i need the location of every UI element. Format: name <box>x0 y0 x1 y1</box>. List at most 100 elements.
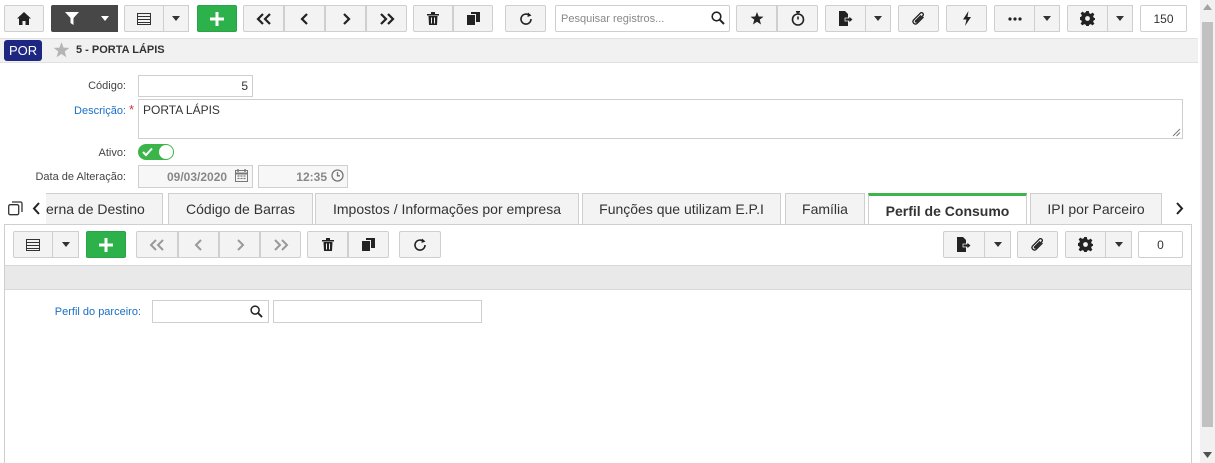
export-button[interactable] <box>825 5 866 32</box>
add-record-button[interactable] <box>197 5 237 32</box>
star-outline-icon[interactable] <box>53 42 70 58</box>
tab-zona-destino[interactable]: erna de Destino <box>46 193 163 224</box>
view-dropdown-button[interactable] <box>164 5 189 32</box>
search-box <box>555 5 730 32</box>
copy-icon <box>362 238 375 251</box>
tab-codigo-barras[interactable]: Código de Barras <box>168 193 313 224</box>
sub-view-dropdown-button[interactable] <box>53 231 79 258</box>
caret-down-icon <box>993 242 1002 247</box>
double-chevron-right-icon <box>379 12 395 25</box>
sub-attachments-button[interactable] <box>1017 231 1058 258</box>
last-record-button[interactable] <box>366 5 407 32</box>
double-chevron-left-icon <box>149 238 164 251</box>
sub-settings-dropdown-button[interactable] <box>1106 231 1132 258</box>
sub-export-button[interactable] <box>943 231 985 258</box>
page-scrollbar[interactable] <box>1200 0 1215 463</box>
actions-button[interactable] <box>946 5 987 32</box>
perfil-consumo-panel: 0 Perfil do parceiro: <box>4 224 1192 463</box>
caret-down-icon <box>1116 16 1124 21</box>
resize-grip-icon[interactable] <box>1172 128 1181 137</box>
attachments-button[interactable] <box>898 5 939 32</box>
descricao-textarea[interactable]: PORTA LÁPIS <box>138 99 1183 139</box>
sub-export-dropdown-button[interactable] <box>985 231 1011 258</box>
grid-icon <box>26 238 40 251</box>
star-icon <box>750 12 763 25</box>
tab-ipi-parceiro[interactable]: IPI por Parceiro <box>1030 193 1162 224</box>
calendar-icon[interactable] <box>235 169 248 182</box>
sub-grid-view-button[interactable] <box>13 231 53 258</box>
record-header-bar <box>0 38 1198 63</box>
delete-button[interactable] <box>413 5 453 32</box>
caret-down-icon <box>874 16 882 21</box>
gear-icon <box>1078 237 1093 252</box>
settings-button[interactable] <box>1067 5 1108 32</box>
scroll-down-icon[interactable] <box>1203 452 1212 458</box>
first-record-button[interactable] <box>243 5 284 32</box>
next-record-button[interactable] <box>325 5 366 32</box>
refresh-icon <box>414 238 426 251</box>
record-title: 5 - PORTA LÁPIS <box>76 44 165 56</box>
tabs-scroll-right-icon[interactable] <box>1175 202 1184 215</box>
sub-refresh-button[interactable] <box>399 231 441 258</box>
trash-icon <box>427 12 439 25</box>
codigo-label: Código: <box>88 80 126 92</box>
check-icon <box>142 147 153 157</box>
file-export-icon <box>838 11 853 26</box>
descricao-label: Descrição: <box>74 105 126 117</box>
stopwatch-icon <box>791 11 804 26</box>
trash-icon <box>321 238 334 251</box>
more-options-button[interactable] <box>994 5 1035 32</box>
caret-down-icon <box>1043 16 1051 21</box>
tab-funcoes-epi[interactable]: Funções que utilizam E.P.I <box>582 193 781 224</box>
chevron-right-icon <box>342 12 351 25</box>
double-chevron-left-icon <box>255 12 271 25</box>
sub-previous-button[interactable] <box>178 231 219 258</box>
perfil-parceiro-label: Perfil do parceiro: <box>54 306 141 318</box>
scrollbar-thumb[interactable] <box>1202 22 1213 427</box>
data-alteracao-label: Data de Alteração: <box>35 171 126 183</box>
sub-add-button[interactable] <box>86 231 126 258</box>
codigo-field[interactable]: 5 <box>138 75 253 97</box>
filter-button[interactable] <box>51 5 93 32</box>
search-icon[interactable] <box>250 305 263 318</box>
clock-icon[interactable] <box>331 169 344 182</box>
timer-button[interactable] <box>777 5 818 32</box>
bolt-icon <box>962 11 971 26</box>
settings-dropdown-button[interactable] <box>1108 5 1133 32</box>
duplicate-button[interactable] <box>453 5 493 32</box>
filter-dropdown-button[interactable] <box>93 5 118 32</box>
tab-familia[interactable]: Família <box>785 193 865 224</box>
more-options-dropdown-button[interactable] <box>1035 5 1060 32</box>
sub-header-bar <box>5 265 1191 290</box>
sub-last-button[interactable] <box>260 231 301 258</box>
toggle-knob <box>159 145 173 159</box>
search-icon[interactable] <box>711 11 725 28</box>
refresh-button[interactable] <box>505 5 546 32</box>
caret-down-icon <box>172 16 180 21</box>
page-size-input[interactable]: 150 <box>1140 5 1187 32</box>
home-button[interactable] <box>4 5 44 32</box>
previous-record-button[interactable] <box>284 5 325 32</box>
caret-down-icon <box>101 16 109 21</box>
sub-next-button[interactable] <box>219 231 260 258</box>
grid-view-button[interactable] <box>124 5 164 32</box>
grid-icon <box>137 12 151 25</box>
sub-record-count[interactable]: 0 <box>1138 231 1183 258</box>
tab-perfil-consumo[interactable]: Perfil de Consumo <box>868 193 1027 225</box>
tab-impostos[interactable]: Impostos / Informações por empresa <box>315 193 579 224</box>
sub-delete-button[interactable] <box>307 231 348 258</box>
export-dropdown-button[interactable] <box>866 5 891 32</box>
tab-bar: erna de Destino Código de Barras Imposto… <box>0 193 1198 225</box>
sub-first-button[interactable] <box>136 231 178 258</box>
double-chevron-right-icon <box>273 238 288 251</box>
caret-down-icon <box>1114 242 1123 247</box>
search-input[interactable] <box>556 6 706 31</box>
favorite-button[interactable] <box>736 5 777 32</box>
ativo-toggle[interactable] <box>138 144 174 160</box>
home-icon <box>17 12 31 25</box>
perfil-parceiro-name-field <box>273 300 482 323</box>
sub-duplicate-button[interactable] <box>348 231 389 258</box>
scroll-up-icon[interactable] <box>1203 4 1212 10</box>
paperclip-icon <box>1030 237 1043 251</box>
sub-settings-button[interactable] <box>1065 231 1106 258</box>
